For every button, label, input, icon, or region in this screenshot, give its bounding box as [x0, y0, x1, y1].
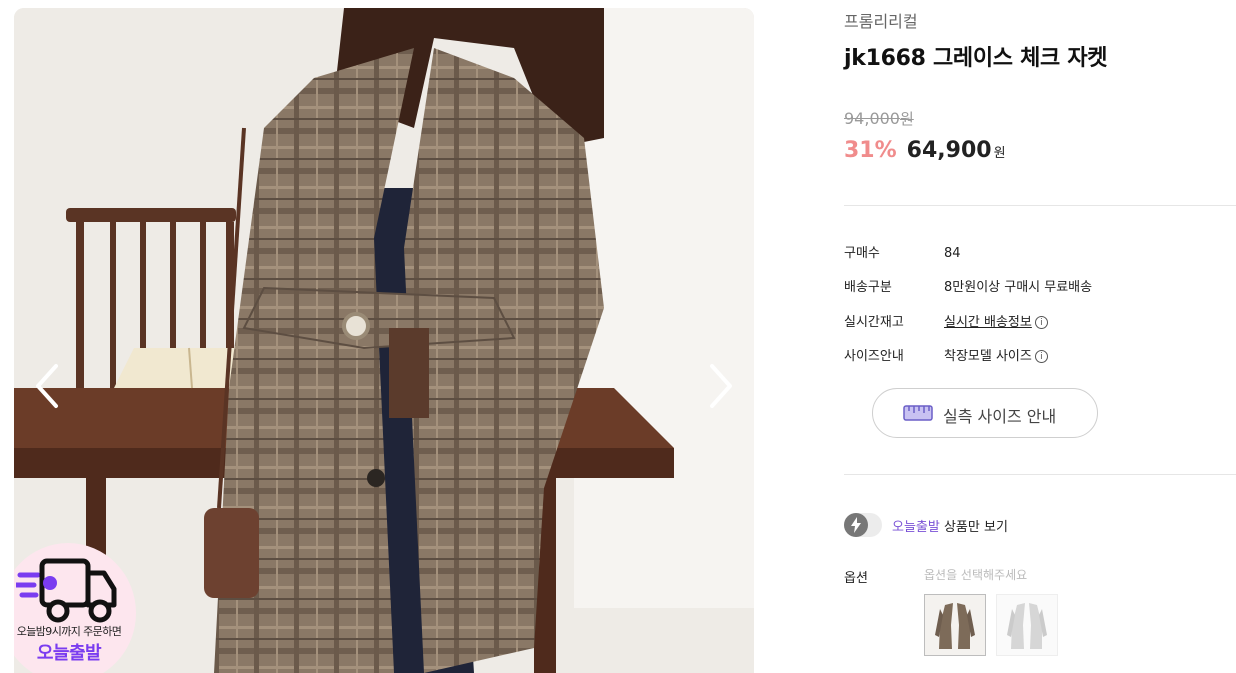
option-thumb-brown-check[interactable]: [924, 594, 986, 656]
product-image-gallery[interactable]: 오늘밤9시까지 주문하면 오늘출발: [14, 8, 754, 673]
today-shipping-badge: 오늘밤9시까지 주문하면 오늘출발: [14, 543, 136, 673]
divider: [844, 474, 1236, 475]
detail-row-purchase-count: 구매수 84: [844, 246, 961, 261]
discount-rate: 31%: [844, 138, 897, 163]
badge-cutoff-text: 오늘밤9시까지 주문하면: [16, 625, 122, 638]
size-guide-button[interactable]: 실측 사이즈 안내: [872, 388, 1098, 438]
badge-title: 오늘출발: [36, 643, 102, 664]
info-icon[interactable]: i: [1034, 316, 1048, 329]
ruler-icon: [903, 405, 933, 421]
delivery-truck-icon: [16, 558, 117, 623]
size-guide-label: 실측 사이즈 안내: [943, 407, 1057, 426]
lightning-icon: [851, 517, 861, 533]
toggle-knob: [844, 513, 868, 537]
today-shipping-toggle[interactable]: [844, 513, 882, 537]
original-price: 94,000원: [844, 109, 914, 128]
sale-price: 64,900: [906, 138, 992, 163]
detail-row-size: 사이즈안내 착장모델 사이즈 i: [844, 345, 1048, 364]
divider: [844, 205, 1236, 206]
product-title: jk1668 그레이스 체크 자켓: [844, 46, 1108, 71]
detail-row-shipping: 배송구분 8만원이상 구매시 무료배송: [844, 280, 1093, 295]
today-shipping-filter-label: 오늘출발 상품만 보기: [892, 520, 1008, 535]
option-thumb-gray-check[interactable]: [996, 594, 1058, 656]
sale-price-unit: 원: [993, 146, 1006, 161]
chevron-left-icon[interactable]: [28, 358, 68, 414]
info-icon[interactable]: i: [1034, 350, 1048, 363]
brand-name[interactable]: 프롬리리컬: [844, 8, 918, 32]
detail-row-stock: 실시간재고 실시간 배송정보 i: [844, 311, 1048, 330]
option-placeholder: 옵션을 선택해주세요: [924, 568, 1028, 582]
product-main-image: [14, 8, 754, 673]
realtime-shipping-link[interactable]: 실시간 배송정보: [944, 311, 1032, 330]
jacket-thumbnail: [997, 595, 1057, 655]
chevron-right-icon[interactable]: [700, 358, 740, 414]
jacket-thumbnail: [925, 595, 985, 655]
model-size-link[interactable]: 착장모델 사이즈: [944, 345, 1032, 364]
option-label: 옵션: [844, 571, 868, 586]
sale-price-line: 31% 64,900 원: [844, 138, 1006, 163]
